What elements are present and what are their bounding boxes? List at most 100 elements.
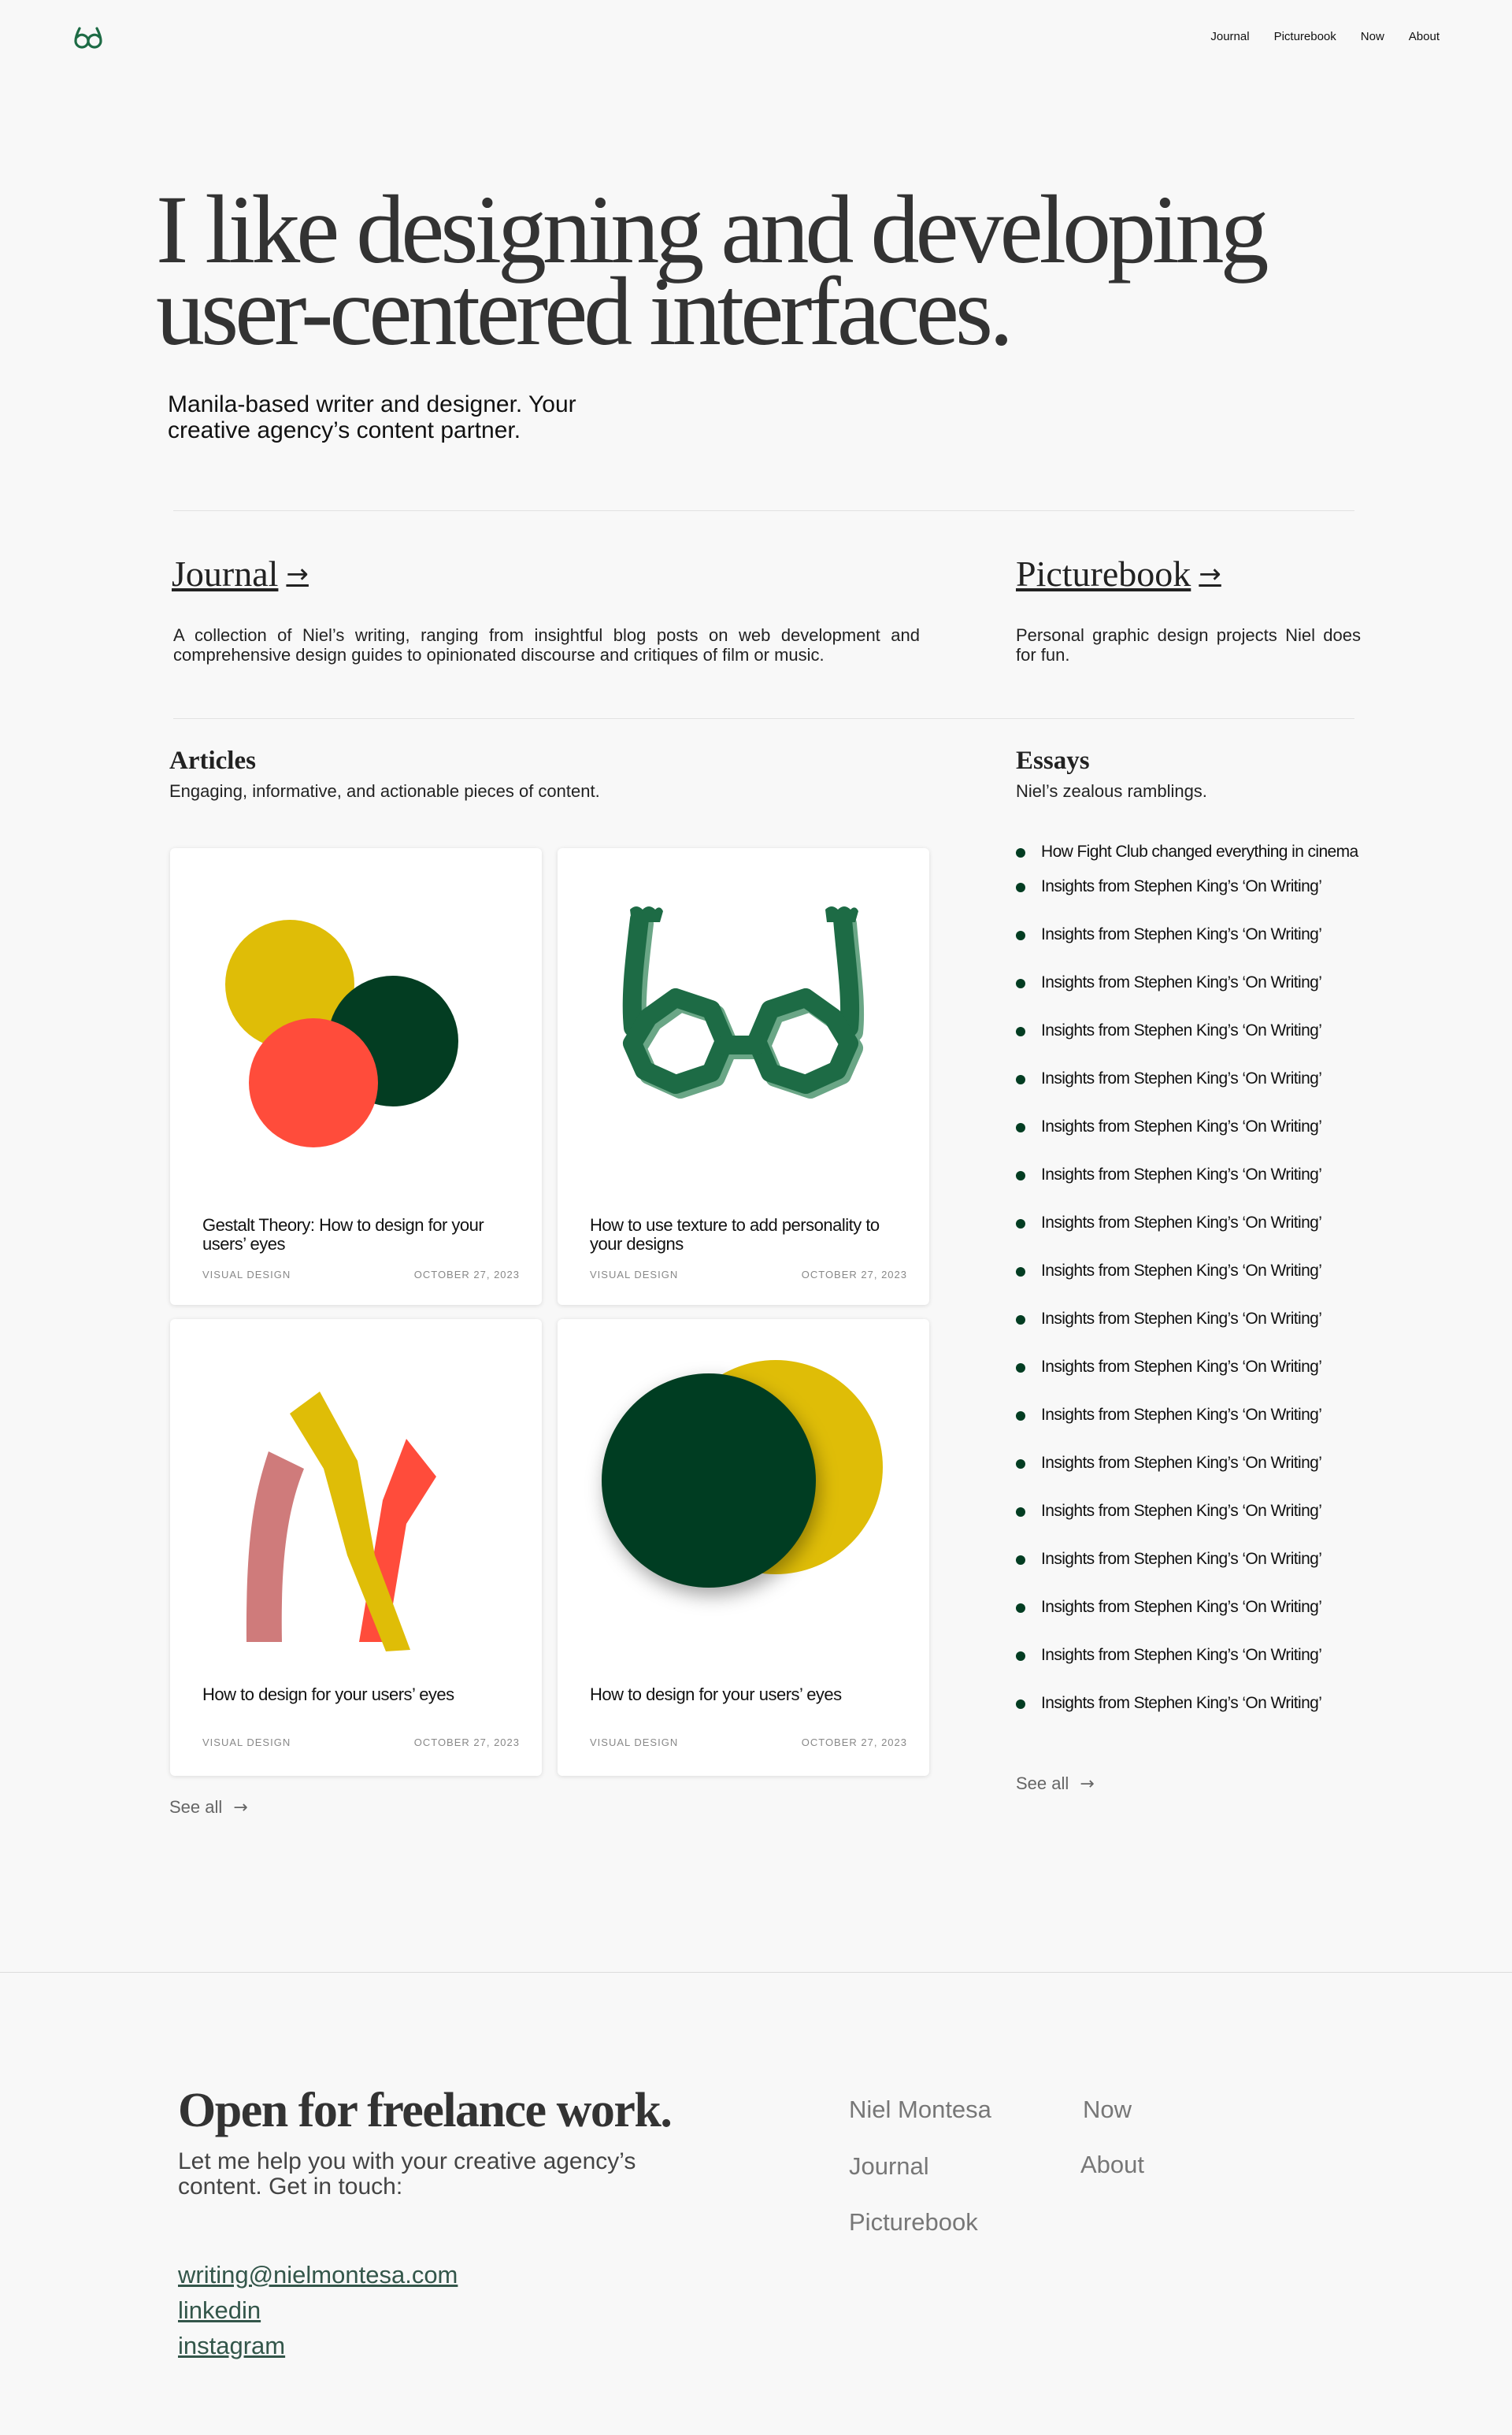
arrow-right-icon: → <box>286 558 309 590</box>
essay-title: Insights from Stephen King’s ‘On Writing… <box>1041 973 1322 991</box>
essay-item[interactable]: Insights from Stephen King’s ‘On Writing… <box>1016 1598 1362 1617</box>
essay-title: Insights from Stephen King’s ‘On Writing… <box>1041 877 1322 895</box>
bullet-dot-icon <box>1016 1507 1025 1517</box>
divider <box>173 718 1354 719</box>
arrow-right-icon: → <box>233 1797 248 1818</box>
essay-title: Insights from Stephen King’s ‘On Writing… <box>1041 1358 1322 1376</box>
essays-heading: Essays <box>1016 747 1090 775</box>
essay-title: Insights from Stephen King’s ‘On Writing… <box>1041 1550 1322 1568</box>
footer-nav-now[interactable]: Now <box>1083 2096 1132 2124</box>
article-category: VISUAL DESIGN <box>202 1269 291 1281</box>
picturebook-description: Personal graphic design projects Niel do… <box>1016 625 1361 665</box>
essay-item[interactable]: Insights from Stephen King’s ‘On Writing… <box>1016 1502 1362 1521</box>
essay-item[interactable]: Insights from Stephen King’s ‘On Writing… <box>1016 973 1362 992</box>
article-category: VISUAL DESIGN <box>202 1736 291 1748</box>
email-link[interactable]: writing@nielmontesa.com <box>178 2261 458 2289</box>
divider <box>173 510 1354 511</box>
picturebook-heading: Picturebook <box>1016 554 1191 594</box>
essay-title: Insights from Stephen King’s ‘On Writing… <box>1041 925 1322 943</box>
bullet-dot-icon <box>1016 1075 1025 1084</box>
arrow-right-icon: → <box>1199 558 1221 590</box>
picturebook-link[interactable]: Picturebook → <box>1016 553 1221 595</box>
article-card[interactable]: How to use texture to add personality to… <box>558 848 929 1305</box>
footer-nav-about[interactable]: About <box>1080 2151 1144 2179</box>
journal-link[interactable]: Journal → <box>172 553 309 595</box>
article-date: OCTOBER 27, 2023 <box>801 1736 907 1748</box>
glasses-illustration <box>622 906 865 1099</box>
essay-item[interactable]: Insights from Stephen King’s ‘On Writing… <box>1016 1694 1362 1713</box>
bullet-dot-icon <box>1016 848 1025 858</box>
article-card[interactable]: Gestalt Theory: How to design for your u… <box>170 848 542 1305</box>
hero-title: I like designing and developing user-cen… <box>156 181 1337 361</box>
shadowed-circles-illustration <box>602 1360 883 1588</box>
bullet-dot-icon <box>1016 1267 1025 1277</box>
arrow-right-icon: → <box>1080 1773 1095 1794</box>
bullet-dot-icon <box>1016 1651 1025 1661</box>
nav-now[interactable]: Now <box>1361 30 1384 43</box>
bullet-dot-icon <box>1016 883 1025 892</box>
main-nav: Journal Picturebook Now About <box>1210 30 1440 43</box>
essays-see-all-link[interactable]: See all → <box>1016 1773 1095 1794</box>
nav-picturebook[interactable]: Picturebook <box>1274 30 1336 43</box>
essay-title: Insights from Stephen King’s ‘On Writing… <box>1041 1117 1322 1136</box>
essay-title: Insights from Stephen King’s ‘On Writing… <box>1041 1166 1322 1184</box>
essay-item[interactable]: Insights from Stephen King’s ‘On Writing… <box>1016 1454 1362 1473</box>
see-all-label: See all <box>169 1797 223 1817</box>
abstract-strokes-illustration <box>246 1392 436 1651</box>
nav-journal[interactable]: Journal <box>1210 30 1249 43</box>
essay-title: Insights from Stephen King’s ‘On Writing… <box>1041 1262 1322 1280</box>
essay-item[interactable]: Insights from Stephen King’s ‘On Writing… <box>1016 1069 1362 1088</box>
essay-title: Insights from Stephen King’s ‘On Writing… <box>1041 1598 1322 1616</box>
bullet-dot-icon <box>1016 931 1025 940</box>
essay-item[interactable]: Insights from Stephen King’s ‘On Writing… <box>1016 1214 1362 1232</box>
instagram-link[interactable]: instagram <box>178 2332 285 2360</box>
articles-see-all-link[interactable]: See all → <box>169 1797 248 1818</box>
glasses-logo-icon[interactable] <box>72 24 104 52</box>
hero-subtitle: Manila-based writer and designer. Your c… <box>168 391 576 443</box>
article-card[interactable]: How to design for your users’ eyes VISUA… <box>170 1319 542 1776</box>
article-title: How to use texture to add personality to… <box>590 1215 880 1254</box>
article-date: OCTOBER 27, 2023 <box>413 1736 520 1748</box>
article-title: How to design for your users’ eyes <box>202 1684 454 1704</box>
bullet-dot-icon <box>1016 1555 1025 1565</box>
essay-item[interactable]: Insights from Stephen King’s ‘On Writing… <box>1016 1406 1362 1425</box>
bullet-dot-icon <box>1016 1315 1025 1325</box>
footer-nav-journal[interactable]: Journal <box>849 2152 929 2181</box>
bullet-dot-icon <box>1016 1603 1025 1613</box>
essay-item[interactable]: How Fight Club changed everything in cin… <box>1016 843 1362 862</box>
article-date: OCTOBER 27, 2023 <box>801 1269 907 1281</box>
essay-title: Insights from Stephen King’s ‘On Writing… <box>1041 1310 1322 1328</box>
site-header: Journal Picturebook Now About <box>0 0 1512 79</box>
essay-item[interactable]: Insights from Stephen King’s ‘On Writing… <box>1016 1117 1362 1136</box>
bullet-dot-icon <box>1016 1363 1025 1373</box>
article-card[interactable]: How to design for your users’ eyes VISUA… <box>558 1319 929 1776</box>
bullet-dot-icon <box>1016 1171 1025 1180</box>
essay-item[interactable]: Insights from Stephen King’s ‘On Writing… <box>1016 1550 1362 1569</box>
footer-title: Open for freelance work. <box>178 2084 673 2137</box>
essay-title: Insights from Stephen King’s ‘On Writing… <box>1041 1069 1322 1088</box>
articles-description: Engaging, informative, and actionable pi… <box>169 781 600 801</box>
nav-about[interactable]: About <box>1409 30 1440 43</box>
essay-title: Insights from Stephen King’s ‘On Writing… <box>1041 1454 1322 1472</box>
articles-heading: Articles <box>169 747 256 775</box>
bullet-dot-icon <box>1016 1459 1025 1469</box>
article-category: VISUAL DESIGN <box>590 1269 679 1281</box>
footer-nav-picturebook[interactable]: Picturebook <box>849 2208 978 2237</box>
essay-item[interactable]: Insights from Stephen King’s ‘On Writing… <box>1016 1262 1362 1281</box>
bullet-dot-icon <box>1016 979 1025 988</box>
hero-title-line-2: user-centered interfaces. <box>156 258 1014 365</box>
essay-item[interactable]: Insights from Stephen King’s ‘On Writing… <box>1016 1166 1362 1184</box>
essay-title: Insights from Stephen King’s ‘On Writing… <box>1041 1021 1322 1040</box>
essay-title: Insights from Stephen King’s ‘On Writing… <box>1041 1214 1322 1232</box>
article-title: How to design for your users’ eyes <box>590 1684 842 1704</box>
essay-item[interactable]: Insights from Stephen King’s ‘On Writing… <box>1016 1021 1362 1040</box>
essay-item[interactable]: Insights from Stephen King’s ‘On Writing… <box>1016 877 1362 896</box>
essay-item[interactable]: Insights from Stephen King’s ‘On Writing… <box>1016 1310 1362 1329</box>
linkedin-link[interactable]: linkedin <box>178 2296 261 2325</box>
essay-item[interactable]: Insights from Stephen King’s ‘On Writing… <box>1016 1358 1362 1377</box>
footer-nav-home[interactable]: Niel Montesa <box>849 2096 991 2124</box>
essay-title: Insights from Stephen King’s ‘On Writing… <box>1041 1406 1322 1424</box>
essay-item[interactable]: Insights from Stephen King’s ‘On Writing… <box>1016 925 1362 944</box>
overlapping-circles-illustration <box>225 920 458 1147</box>
essay-item[interactable]: Insights from Stephen King’s ‘On Writing… <box>1016 1646 1362 1665</box>
